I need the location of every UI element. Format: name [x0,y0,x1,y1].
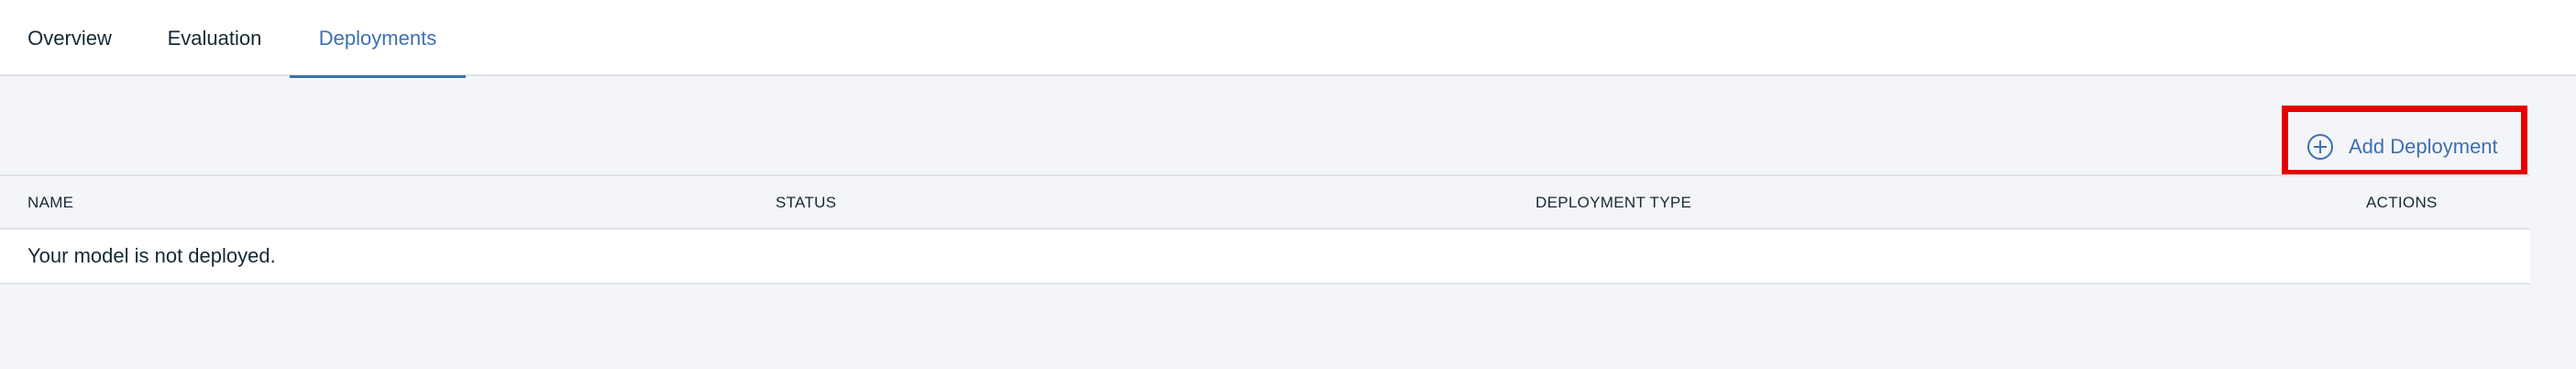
add-deployment-button[interactable]: Add Deployment [2306,129,2498,164]
tab-deployments[interactable]: Deployments [290,0,466,78]
deployments-table: NAME STATUS DEPLOYMENT TYPE ACTIONS Your… [0,174,2530,285]
tab-overview[interactable]: Overview [0,0,139,76]
empty-state-message: Your model is not deployed. [28,244,276,267]
tab-evaluation[interactable]: Evaluation [139,0,290,76]
table-row: Your model is not deployed. [0,229,2530,285]
column-header-actions: ACTIONS [2366,194,2438,211]
tab-overview-label: Overview [28,26,112,50]
add-deployment-label: Add Deployment [2349,135,2498,158]
column-header-status[interactable]: STATUS [776,176,836,229]
column-header-deployment-type[interactable]: DEPLOYMENT TYPE [1536,176,1691,229]
tab-deployments-label: Deployments [318,26,437,50]
tab-bar: Overview Evaluation Deployments [0,0,2576,78]
table-header: NAME STATUS DEPLOYMENT TYPE ACTIONS [0,174,2530,229]
column-header-name[interactable]: NAME [28,176,73,229]
tab-evaluation-label: Evaluation [167,26,262,50]
add-circle-icon [2306,133,2334,161]
